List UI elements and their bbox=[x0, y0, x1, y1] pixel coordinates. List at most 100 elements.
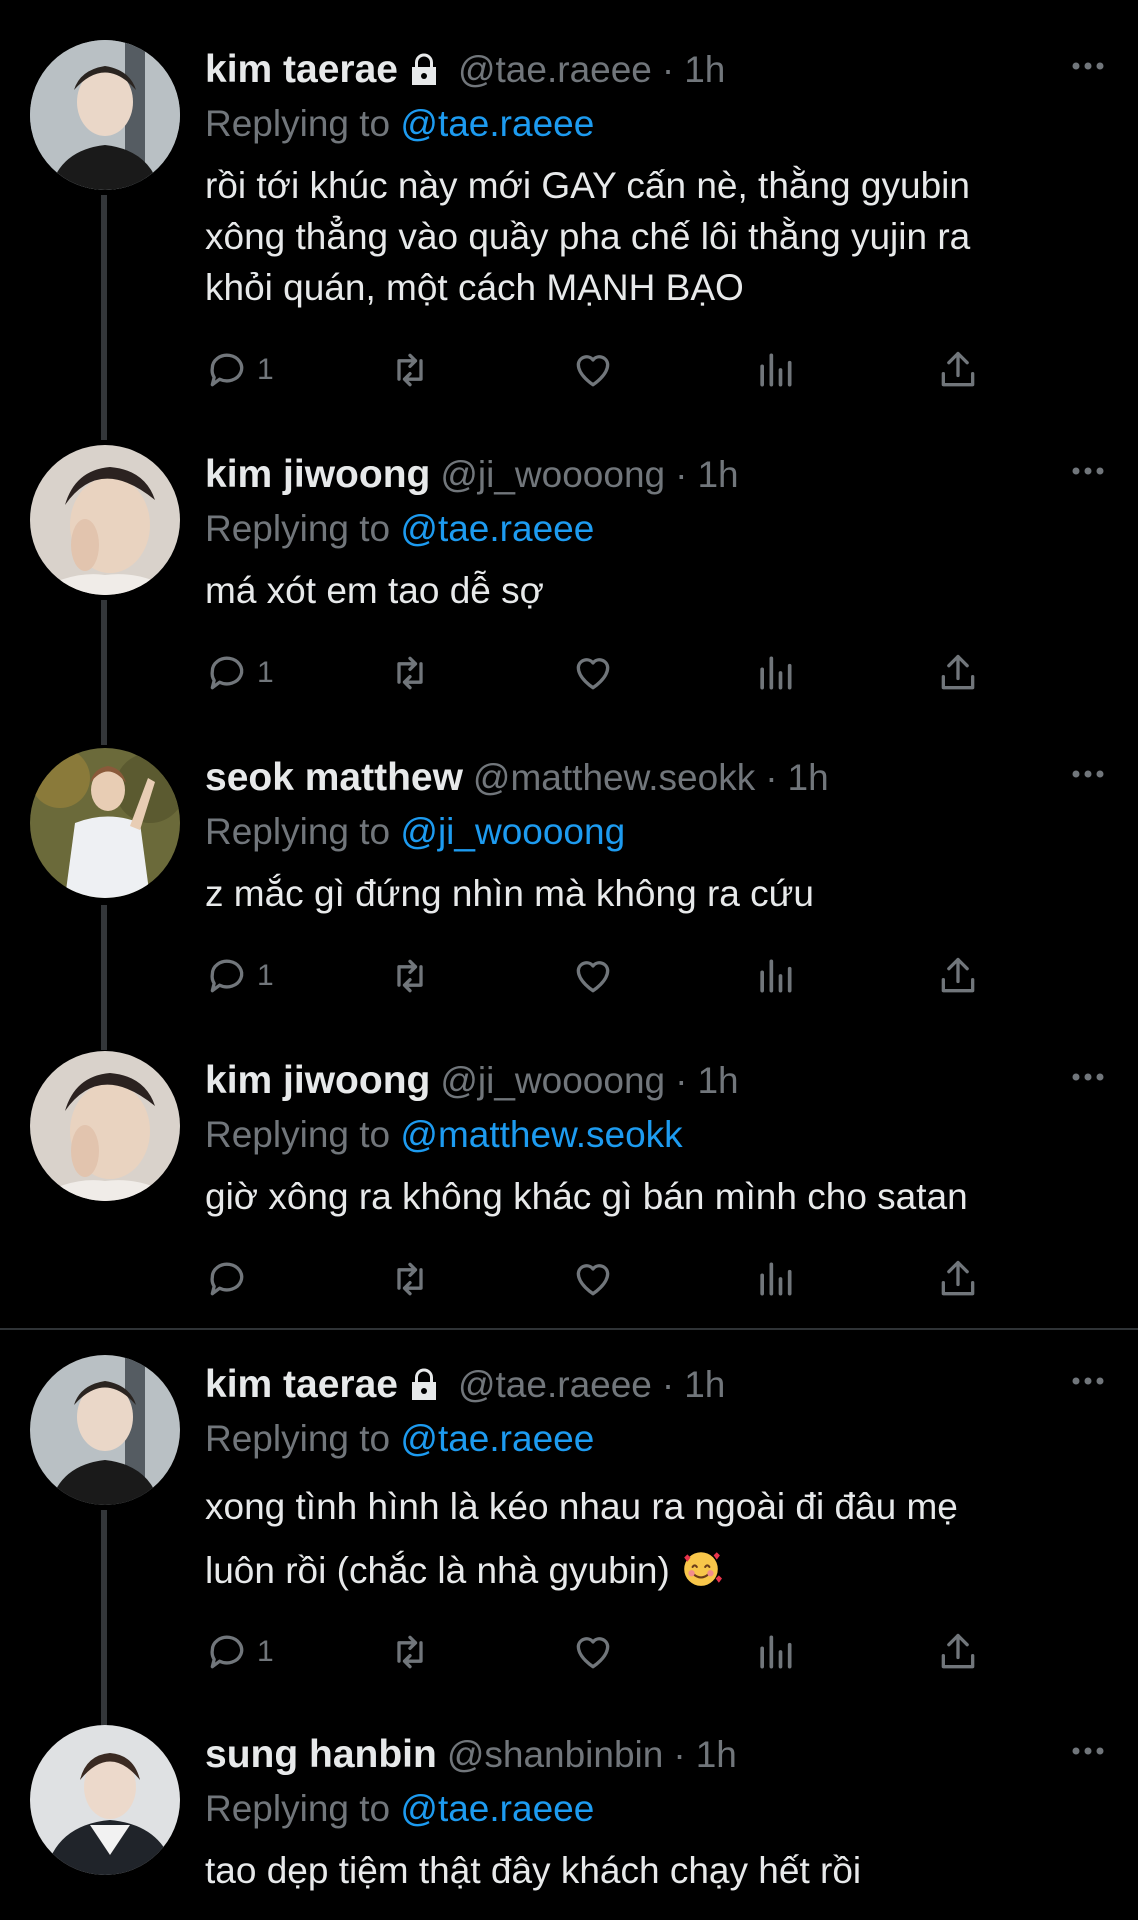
handle[interactable]: @tae.raeee bbox=[458, 1364, 652, 1406]
tweet-text: xong tình hình là kéo nhau ra ngoài đi đ… bbox=[205, 1475, 1108, 1603]
tweet-text: rồi tới khúc này mới GAY cấn nè, thằng g… bbox=[205, 160, 1108, 313]
views-button[interactable] bbox=[753, 648, 797, 698]
display-name[interactable]: kim jiwoong bbox=[205, 1059, 430, 1103]
separator-dot: · bbox=[661, 49, 675, 90]
avatar[interactable] bbox=[30, 445, 180, 595]
like-icon bbox=[576, 961, 610, 993]
like-button[interactable] bbox=[571, 345, 615, 395]
like-button[interactable] bbox=[571, 1627, 615, 1677]
avatar[interactable] bbox=[30, 1355, 180, 1505]
tweet-text-line: rồi tới khúc này mới GAY cấn nè, thằng g… bbox=[205, 165, 970, 206]
more-icon[interactable] bbox=[1068, 1361, 1108, 1401]
retweet-button[interactable] bbox=[388, 1627, 432, 1677]
share-button[interactable] bbox=[936, 951, 980, 1001]
tweet-body: kim jiwoong @ji_woooong · 1h Replying to… bbox=[205, 1051, 1108, 1222]
avatar[interactable] bbox=[30, 748, 180, 898]
share-icon bbox=[941, 1260, 975, 1296]
like-button[interactable] bbox=[571, 951, 615, 1001]
mention-link[interactable]: @tae.raeee bbox=[400, 103, 594, 144]
share-button[interactable] bbox=[936, 345, 980, 395]
tweet-body: kim jiwoong @ji_woooong · 1h Replying to… bbox=[205, 445, 1108, 616]
like-icon bbox=[576, 355, 610, 387]
views-button[interactable] bbox=[753, 345, 797, 395]
separator-dot: · bbox=[675, 1060, 688, 1101]
tweet-text-line: giờ xông ra không khác gì bán mình cho s… bbox=[205, 1176, 968, 1217]
display-name[interactable]: kim jiwoong bbox=[205, 453, 430, 497]
display-name[interactable]: sung hanbin bbox=[205, 1733, 437, 1777]
views-button[interactable] bbox=[753, 951, 797, 1001]
timestamp[interactable]: 1h bbox=[684, 49, 725, 91]
like-button[interactable] bbox=[571, 1254, 615, 1304]
tweet-header: sung hanbin @shanbinbin · 1h bbox=[205, 1725, 1108, 1785]
tweet-text-line: tao dẹp tiệm thật đây khách chạy hết rồi bbox=[205, 1850, 862, 1891]
tweet-text: z mắc gì đứng nhìn mà không ra cứu bbox=[205, 868, 1108, 919]
retweet-button[interactable] bbox=[388, 1254, 432, 1304]
replying-to: Replying to @ji_woooong bbox=[205, 811, 626, 852]
views-icon bbox=[760, 959, 792, 993]
timestamp[interactable]: 1h bbox=[697, 454, 738, 496]
retweet-icon bbox=[397, 656, 423, 690]
reply-icon bbox=[210, 1635, 244, 1669]
tweet-text: giờ xông ra không khác gì bán mình cho s… bbox=[205, 1171, 1108, 1222]
handle[interactable]: @matthew.seokk bbox=[473, 757, 755, 799]
retweet-button[interactable] bbox=[388, 648, 432, 698]
mention-link[interactable]: @tae.raeee bbox=[400, 1788, 594, 1829]
avatar[interactable] bbox=[30, 1051, 180, 1201]
retweet-button[interactable] bbox=[388, 951, 432, 1001]
retweet-icon bbox=[397, 959, 423, 993]
mention-link[interactable]: @matthew.seokk bbox=[400, 1114, 682, 1155]
views-button[interactable] bbox=[753, 1627, 797, 1677]
timestamp[interactable]: 1h bbox=[697, 1060, 738, 1102]
reply-button[interactable] bbox=[205, 1254, 257, 1304]
views-button[interactable] bbox=[753, 1254, 797, 1304]
thread-line bbox=[101, 1510, 107, 1730]
handle[interactable]: @ji_woooong bbox=[440, 1060, 665, 1102]
more-icon[interactable] bbox=[1068, 451, 1108, 491]
retweet-icon bbox=[397, 1635, 423, 1669]
tweet-text: tao dẹp tiệm thật đây khách chạy hết rồi bbox=[205, 1845, 1108, 1896]
mention-link[interactable]: @ji_woooong bbox=[400, 811, 625, 852]
reply-icon bbox=[210, 959, 244, 993]
avatar[interactable] bbox=[30, 1725, 180, 1875]
handle[interactable]: @tae.raeee bbox=[458, 49, 652, 91]
share-button[interactable] bbox=[936, 1254, 980, 1304]
more-icon[interactable] bbox=[1068, 46, 1108, 86]
more-icon[interactable] bbox=[1068, 1057, 1108, 1097]
timestamp[interactable]: 1h bbox=[684, 1364, 725, 1406]
tweet-header: kim jiwoong @ji_woooong · 1h bbox=[205, 445, 1108, 505]
reply-button[interactable]: 1 bbox=[205, 648, 274, 698]
display-name[interactable]: kim taerae bbox=[205, 48, 398, 92]
more-icon[interactable] bbox=[1068, 1731, 1108, 1771]
separator-dot: · bbox=[675, 454, 688, 495]
reply-count: 1 bbox=[257, 1635, 274, 1668]
display-name[interactable]: seok matthew bbox=[205, 756, 463, 800]
share-button[interactable] bbox=[936, 648, 980, 698]
reply-button[interactable]: 1 bbox=[205, 951, 274, 1001]
timestamp[interactable]: 1h bbox=[788, 757, 829, 799]
handle[interactable]: @ji_woooong bbox=[440, 454, 665, 496]
thread-line bbox=[101, 905, 107, 1050]
share-button[interactable] bbox=[936, 1627, 980, 1677]
reply-button[interactable]: 1 bbox=[205, 345, 274, 395]
like-button[interactable] bbox=[571, 648, 615, 698]
retweet-button[interactable] bbox=[388, 345, 432, 395]
handle[interactable]: @shanbinbin bbox=[447, 1734, 664, 1776]
action-bar: 1 bbox=[205, 345, 1005, 395]
share-icon bbox=[941, 654, 975, 690]
separator-dot: · bbox=[673, 1734, 686, 1775]
tweet-text-line: xong tình hình là kéo nhau ra ngoài đi đ… bbox=[205, 1486, 958, 1527]
like-icon bbox=[576, 1264, 610, 1296]
mention-link[interactable]: @tae.raeee bbox=[400, 508, 594, 549]
avatar[interactable] bbox=[30, 40, 180, 190]
mention-link[interactable]: @tae.raeee bbox=[400, 1418, 594, 1459]
thread-line bbox=[101, 600, 107, 745]
replying-to: Replying to @tae.raeee bbox=[205, 508, 595, 549]
reply-button[interactable]: 1 bbox=[205, 1627, 274, 1677]
tweet-text-line: xông thẳng vào quầy pha chế lôi thằng yu… bbox=[205, 216, 971, 257]
views-icon bbox=[760, 1262, 792, 1296]
reply-count: 1 bbox=[257, 959, 274, 992]
more-icon[interactable] bbox=[1068, 754, 1108, 794]
display-name[interactable]: kim taerae bbox=[205, 1363, 398, 1407]
thread-line bbox=[101, 195, 107, 440]
timestamp[interactable]: 1h bbox=[696, 1734, 737, 1776]
